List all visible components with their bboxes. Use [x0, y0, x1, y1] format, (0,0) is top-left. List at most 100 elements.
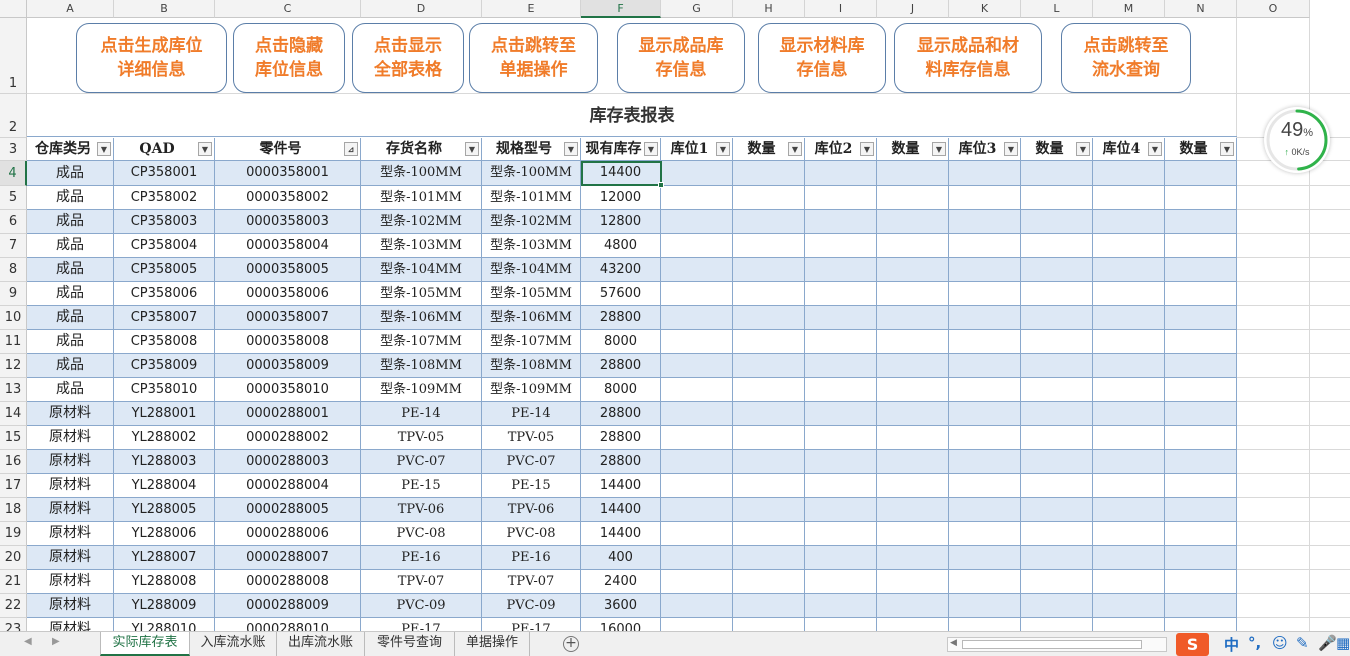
- cell-empty[interactable]: [1165, 378, 1237, 402]
- cell-stock[interactable]: 28800: [581, 450, 661, 474]
- cell-item-name[interactable]: PE-16: [361, 546, 482, 570]
- cell-empty[interactable]: [1093, 594, 1165, 618]
- cell-empty[interactable]: [1093, 161, 1165, 186]
- horizontal-scrollbar[interactable]: ◀: [947, 637, 1167, 652]
- cell-stock[interactable]: 14400: [581, 474, 661, 498]
- cell-empty[interactable]: [805, 474, 877, 498]
- cell-empty[interactable]: [805, 210, 877, 234]
- column-header-f[interactable]: F: [581, 0, 661, 18]
- cell-empty[interactable]: [733, 546, 805, 570]
- cell-empty[interactable]: [805, 161, 877, 186]
- cell-empty[interactable]: [1165, 570, 1237, 594]
- cell-part-number[interactable]: 0000288009: [215, 594, 361, 618]
- cell-stock[interactable]: 28800: [581, 354, 661, 378]
- cell-empty[interactable]: [805, 186, 877, 210]
- cell-empty[interactable]: [877, 378, 949, 402]
- cell-item-name[interactable]: 型条-104MM: [361, 258, 482, 282]
- cell-empty[interactable]: [877, 570, 949, 594]
- cell-empty[interactable]: [1093, 402, 1165, 426]
- cell-empty[interactable]: [949, 306, 1021, 330]
- filter-dropdown-icon[interactable]: ⊿: [344, 142, 358, 156]
- cell-empty[interactable]: [1165, 522, 1237, 546]
- cell-empty[interactable]: [1021, 522, 1093, 546]
- row-header-10[interactable]: 10: [0, 306, 27, 330]
- cell-empty[interactable]: [733, 474, 805, 498]
- cell-empty[interactable]: [1021, 161, 1093, 186]
- cell-empty[interactable]: [877, 594, 949, 618]
- ime-punctuation-icon[interactable]: °,: [1248, 634, 1261, 652]
- row-header-7[interactable]: 7: [0, 234, 27, 258]
- cell-empty[interactable]: [661, 570, 733, 594]
- cell-qad[interactable]: CP358005: [114, 258, 215, 282]
- cell-qad[interactable]: CP358003: [114, 210, 215, 234]
- cell-part-number[interactable]: 0000288005: [215, 498, 361, 522]
- row-header-6[interactable]: 6: [0, 210, 27, 234]
- cell-empty[interactable]: [1093, 474, 1165, 498]
- cell-spec[interactable]: 型条-108MM: [482, 354, 581, 378]
- cell-empty[interactable]: [1021, 258, 1093, 282]
- cell-part-number[interactable]: 0000358001: [215, 161, 361, 186]
- cell-empty[interactable]: [805, 354, 877, 378]
- header-cell-1[interactable]: 仓库类另 ▼: [27, 138, 114, 161]
- cell-empty[interactable]: [805, 234, 877, 258]
- cell-empty[interactable]: [661, 402, 733, 426]
- cell-empty[interactable]: [949, 282, 1021, 306]
- cell-empty[interactable]: [949, 498, 1021, 522]
- filter-dropdown-icon[interactable]: ▼: [564, 142, 578, 156]
- cell-part-number[interactable]: 0000288002: [215, 426, 361, 450]
- macro-button-7[interactable]: 显示成品和材 料库存信息: [894, 23, 1042, 93]
- cell-empty[interactable]: [733, 258, 805, 282]
- cell-qad[interactable]: YL288005: [114, 498, 215, 522]
- column-header-g[interactable]: G: [661, 0, 733, 18]
- cell-empty[interactable]: [1093, 258, 1165, 282]
- cell-category[interactable]: 成品: [27, 378, 114, 402]
- cell-empty[interactable]: [1165, 282, 1237, 306]
- filter-dropdown-icon[interactable]: ▼: [932, 142, 946, 156]
- add-sheet-button[interactable]: +: [563, 636, 579, 652]
- filter-dropdown-icon[interactable]: ▼: [465, 142, 479, 156]
- row-header-1[interactable]: 1: [0, 18, 27, 94]
- header-cell-9[interactable]: 库位2 ▼: [805, 138, 877, 161]
- row-header-8[interactable]: 8: [0, 258, 27, 282]
- cell-spec[interactable]: PE-15: [482, 474, 581, 498]
- column-header-n[interactable]: N: [1165, 0, 1237, 18]
- cell-empty[interactable]: [949, 161, 1021, 186]
- cell-empty[interactable]: [805, 330, 877, 354]
- cell-empty[interactable]: [733, 306, 805, 330]
- row-header-17[interactable]: 17: [0, 474, 27, 498]
- cell-empty[interactable]: [661, 161, 733, 186]
- cell-empty[interactable]: [661, 498, 733, 522]
- cell-category[interactable]: 原材料: [27, 450, 114, 474]
- filter-dropdown-icon[interactable]: ▼: [1004, 142, 1018, 156]
- cell-part-number[interactable]: 0000358007: [215, 306, 361, 330]
- cell-part-number[interactable]: 0000288006: [215, 522, 361, 546]
- cell-spec[interactable]: 型条-109MM: [482, 378, 581, 402]
- sheet-tab-2[interactable]: 入库流水账: [190, 632, 277, 656]
- cell-empty[interactable]: [661, 426, 733, 450]
- filter-dropdown-icon[interactable]: ▼: [644, 142, 658, 156]
- cell-qad[interactable]: YL288001: [114, 402, 215, 426]
- cell-spec[interactable]: 型条-106MM: [482, 306, 581, 330]
- filter-dropdown-icon[interactable]: ▼: [1148, 142, 1162, 156]
- cell-empty[interactable]: [1021, 594, 1093, 618]
- cell-part-number[interactable]: 0000288001: [215, 402, 361, 426]
- cell-empty[interactable]: [661, 594, 733, 618]
- column-header-o[interactable]: O: [1237, 0, 1310, 18]
- select-all-corner[interactable]: [0, 0, 27, 18]
- cell-empty[interactable]: [661, 186, 733, 210]
- cell-empty[interactable]: [805, 570, 877, 594]
- cell-qad[interactable]: CP358009: [114, 354, 215, 378]
- cell-empty[interactable]: [1093, 522, 1165, 546]
- cell-part-number[interactable]: 0000288008: [215, 570, 361, 594]
- cell-empty[interactable]: [1093, 498, 1165, 522]
- cell-qad[interactable]: YL288002: [114, 426, 215, 450]
- cell-empty[interactable]: [733, 450, 805, 474]
- header-cell-3[interactable]: 零件号 ⊿: [215, 138, 361, 161]
- cell-empty[interactable]: [949, 210, 1021, 234]
- cell-empty[interactable]: [1093, 234, 1165, 258]
- cell-empty[interactable]: [1021, 426, 1093, 450]
- cell-empty[interactable]: [1093, 354, 1165, 378]
- cell-empty[interactable]: [805, 402, 877, 426]
- cell-empty[interactable]: [1165, 330, 1237, 354]
- column-header-d[interactable]: D: [361, 0, 482, 18]
